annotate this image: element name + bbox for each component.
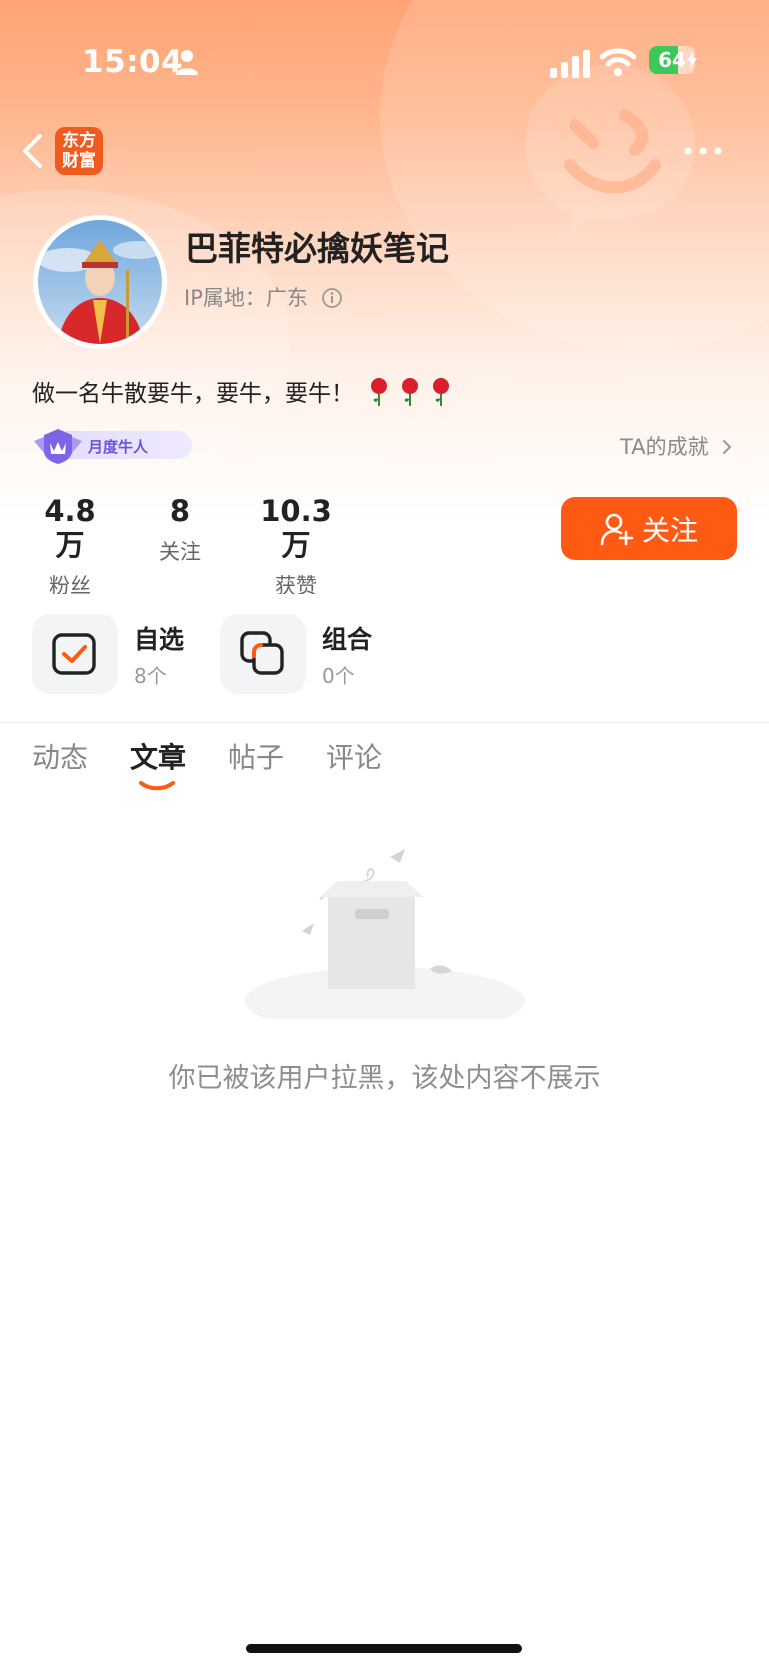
watchlist-label: 自选 [134, 625, 185, 654]
empty-state-message: 你已被该用户拉黑，该处内容不展示 [168, 1063, 601, 1094]
follow-button[interactable]: 关注 [561, 497, 737, 560]
badge-label: 月度牛人 [88, 438, 149, 456]
ip-location: IP属地：广东 [184, 286, 308, 310]
watchlist-count: 8个 [134, 664, 167, 688]
info-icon[interactable] [321, 287, 343, 309]
app-logo[interactable]: 东方 财富 [55, 127, 103, 175]
profile-tabs: 动态 文章 帖子 评论 [0, 736, 769, 796]
status-bar: 15:04 64 [0, 30, 769, 96]
stat-fans[interactable]: 4.8万 粉丝 [30, 494, 110, 600]
stat-value: 4.8万 [44, 494, 96, 562]
tab-articles[interactable]: 文章 [130, 736, 186, 776]
portfolio-label: 组合 [322, 625, 373, 654]
bio-row: 做一名牛散要牛，要牛，要牛！ [32, 374, 457, 408]
tab-comments[interactable]: 评论 [326, 736, 382, 776]
status-time: 15:04 [82, 44, 184, 80]
content-card: 自选 8个 组合 0个 动态 文章 帖子 评论 你已被该用户拉黑，该处内容不展示 [0, 594, 769, 1670]
watchlist-entry[interactable]: 自选 8个 [32, 614, 212, 694]
tab-activity[interactable]: 动态 [32, 736, 88, 776]
portfolio-count: 0个 [322, 664, 355, 688]
bio-text: 做一名牛散要牛，要牛，要牛！ [32, 381, 354, 407]
achievements-link[interactable]: TA的成就 [620, 431, 733, 461]
more-icon[interactable] [683, 144, 723, 158]
active-tab-indicator [139, 781, 175, 791]
divider [0, 722, 769, 723]
overlap-squares-icon [240, 631, 284, 675]
chevron-right-icon [723, 440, 732, 454]
crown-badge-icon [34, 429, 82, 464]
ip-location-row: IP属地：广东 [184, 282, 343, 312]
tab-posts[interactable]: 帖子 [228, 736, 284, 776]
stat-value: 10.3万 [260, 494, 332, 562]
top-nav: 东方 财富 [0, 120, 769, 180]
avatar[interactable] [33, 215, 167, 349]
rose-emoji-icon [371, 378, 450, 406]
avatar-image [38, 220, 162, 344]
wifi-icon [600, 48, 636, 76]
add-user-icon [600, 513, 634, 545]
back-arrow-icon[interactable] [18, 132, 46, 170]
empty-box-icon [245, 849, 525, 1019]
portfolio-entry[interactable]: 组合 0个 [220, 614, 400, 694]
signal-icon [550, 50, 590, 78]
stat-label: 关注 [159, 540, 201, 564]
username: 巴菲特必擒妖笔记 [185, 229, 449, 268]
monthly-star-badge[interactable]: 月度牛人 [32, 427, 192, 464]
person-icon [176, 50, 198, 75]
charging-bolt-icon [687, 52, 697, 68]
battery-indicator: 64 [649, 46, 703, 76]
stat-likes[interactable]: 10.3万 获赞 [246, 494, 346, 600]
checkbox-icon [52, 633, 96, 675]
stat-value: 8 [169, 494, 191, 528]
stat-following[interactable]: 8 关注 [140, 494, 220, 566]
follow-button-label: 关注 [641, 513, 698, 547]
home-indicator[interactable] [246, 1644, 522, 1653]
